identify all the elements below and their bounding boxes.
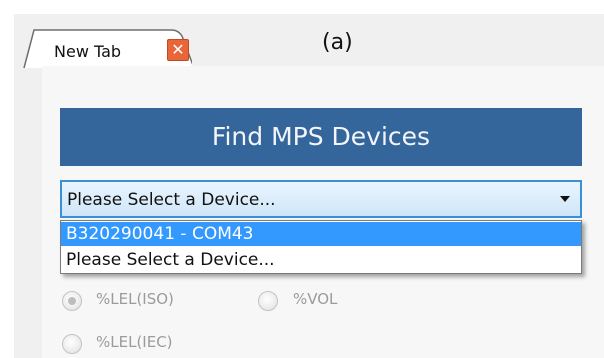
tab-new-tab[interactable]: New Tab ✕ xyxy=(22,26,192,68)
chevron-down-icon xyxy=(560,196,570,202)
radio-lel-iso[interactable] xyxy=(62,291,82,311)
radio-label-lel-iso: %LEL(ISO) xyxy=(96,290,174,308)
close-icon[interactable]: ✕ xyxy=(167,39,189,61)
radio-vol[interactable] xyxy=(258,291,278,311)
find-devices-button[interactable]: Find MPS Devices xyxy=(60,108,582,166)
radio-lel-iec[interactable] xyxy=(62,334,82,354)
dropdown-option[interactable]: Please Select a Device... xyxy=(61,248,581,272)
dropdown-option[interactable]: B320290041 - COM43 xyxy=(61,222,581,246)
device-dropdown-list: B320290041 - COM43 Please Select a Devic… xyxy=(60,220,582,274)
device-select-value: Please Select a Device... xyxy=(67,190,276,210)
tab-label: New Tab xyxy=(54,42,122,61)
radio-label-lel-iec: %LEL(IEC) xyxy=(96,333,173,351)
close-glyph: ✕ xyxy=(171,40,185,59)
device-select[interactable]: Please Select a Device... xyxy=(60,180,582,218)
figure-label: (a) xyxy=(322,30,353,55)
radio-label-vol: %VOL xyxy=(293,290,338,308)
